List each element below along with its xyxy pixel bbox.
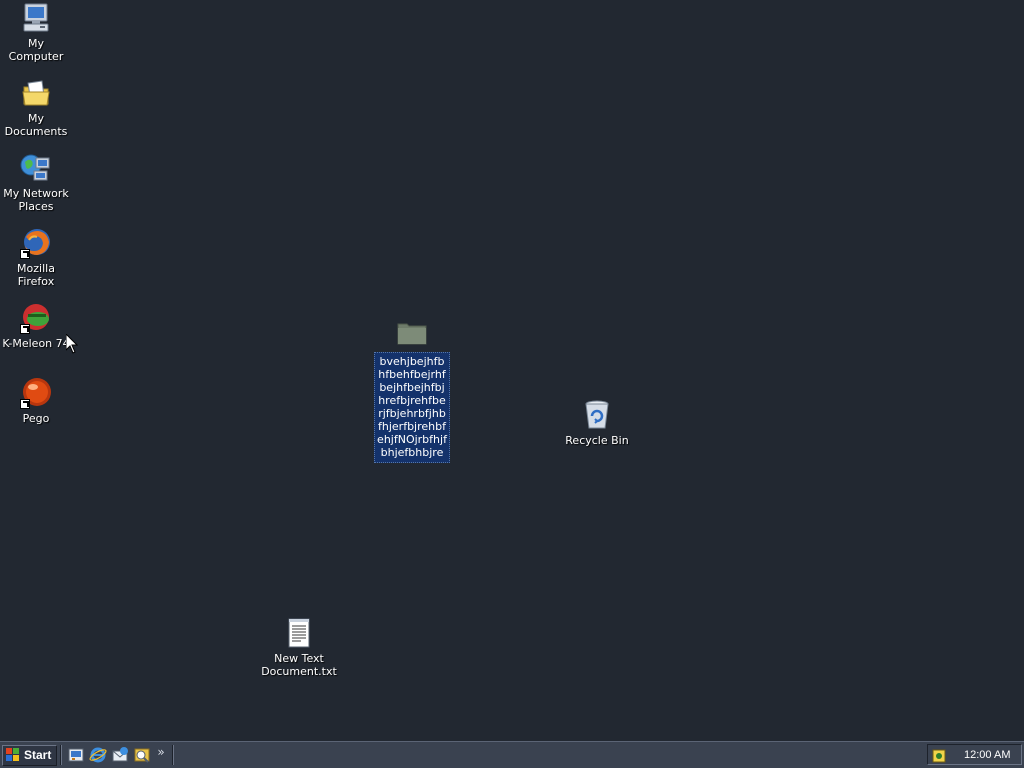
start-label: Start: [24, 748, 52, 762]
windows-flag-icon: [6, 748, 20, 762]
desktop-icon-pego[interactable]: Pego: [0, 377, 74, 425]
show-desktop-icon[interactable]: [67, 746, 85, 764]
taskbar: Start » 12:00 AM: [0, 741, 1024, 768]
desktop-icon-recycle-bin[interactable]: Recycle Bin: [559, 399, 635, 447]
internet-explorer-icon[interactable]: [89, 746, 107, 764]
network-places-icon: [20, 152, 52, 184]
desktop[interactable]: My Computer My Documents My Network Plac…: [0, 0, 1024, 741]
taskbar-separator[interactable]: [171, 745, 174, 765]
desktop-icon-label: Pego: [22, 412, 50, 425]
desktop-icon-my-computer[interactable]: My Computer: [0, 2, 74, 63]
text-document-icon: [283, 617, 315, 649]
shortcut-arrow-icon: [20, 249, 30, 259]
kmeleon-icon: [20, 302, 52, 334]
quick-launch-overflow-chevron-icon[interactable]: »: [157, 745, 164, 759]
desktop-icon-new-text-document[interactable]: New Text Document.txt: [261, 617, 337, 678]
folder-icon: [396, 317, 428, 349]
pego-icon: [20, 377, 52, 409]
firefox-icon: [20, 227, 52, 259]
media-icon[interactable]: [133, 746, 151, 764]
taskbar-clock[interactable]: 12:00 AM: [964, 749, 1010, 761]
desktop-icon-label: bvehjbejhfbhfbehfbejrhfbejhfbejhfbjhrefb…: [374, 352, 450, 463]
desktop-icon-label: Mozilla Firefox: [17, 262, 55, 288]
security-tray-icon[interactable]: [932, 748, 946, 762]
outlook-express-icon[interactable]: [111, 746, 129, 764]
recycle-bin-icon: [581, 399, 613, 431]
shortcut-arrow-icon: [20, 324, 30, 334]
start-button[interactable]: Start: [2, 744, 58, 766]
desktop-icon-k-meleon[interactable]: K-Meleon 74: [0, 302, 74, 350]
desktop-icon-label: My Network Places: [3, 187, 69, 213]
taskbar-separator[interactable]: [60, 745, 63, 765]
desktop-icon-label: K-Meleon 74: [2, 337, 70, 350]
desktop-icon-my-network-places[interactable]: My Network Places: [0, 152, 74, 213]
desktop-icon-label: My Computer: [8, 37, 64, 63]
desktop-icon-label: New Text Document.txt: [261, 652, 337, 678]
mouse-pointer-icon: [65, 332, 79, 354]
documents-folder-icon: [20, 77, 52, 109]
computer-icon: [20, 2, 52, 34]
desktop-icon-mozilla-firefox[interactable]: Mozilla Firefox: [0, 227, 74, 288]
desktop-icon-folder-selected[interactable]: bvehjbejhfbhfbehfbejrhfbejhfbejhfbjhrefb…: [374, 317, 450, 463]
system-tray: 12:00 AM: [927, 744, 1022, 765]
desktop-icon-my-documents[interactable]: My Documents: [0, 77, 74, 138]
desktop-icon-label: Recycle Bin: [565, 434, 629, 447]
shortcut-arrow-icon: [20, 399, 30, 409]
desktop-icon-label: My Documents: [4, 112, 68, 138]
